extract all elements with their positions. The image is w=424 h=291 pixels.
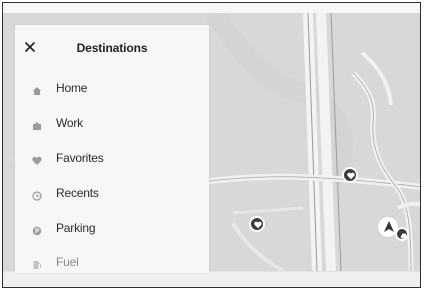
heart-icon: [347, 172, 355, 180]
panel-title: Destinations: [76, 41, 148, 55]
heart-icon: [254, 221, 262, 229]
bottom-bar: [3, 271, 420, 287]
screen-frame: Destinations Home Work Favorites Recents: [2, 2, 421, 288]
menu-item-favorites[interactable]: Favorites: [15, 143, 209, 177]
menu-item-label: Recents: [56, 186, 99, 200]
home-icon: [32, 83, 42, 95]
menu-item-parking[interactable]: Parking: [15, 213, 209, 247]
heart-pin-icon[interactable]: [342, 167, 358, 183]
panel-header: Destinations: [15, 25, 209, 67]
menu-item-label: Work: [56, 116, 83, 130]
work-icon: [32, 118, 42, 130]
menu-item-work[interactable]: Work: [15, 108, 209, 142]
parking-icon: [32, 223, 42, 236]
menu-item-recents[interactable]: Recents: [15, 178, 209, 212]
menu-item-label: Fuel: [56, 255, 79, 269]
fuel-icon: [32, 257, 42, 269]
car-poi-icon[interactable]: [395, 227, 409, 241]
heart-pin-icon[interactable]: [249, 216, 265, 232]
menu-item-fuel[interactable]: Fuel: [15, 247, 209, 273]
menu-item-label: Parking: [56, 221, 96, 235]
car-icon: [400, 233, 408, 239]
menu-item-home[interactable]: Home: [15, 73, 209, 107]
clock-icon: [32, 188, 42, 201]
menu-item-label: Favorites: [56, 151, 104, 165]
menu-item-label: Home: [56, 81, 88, 95]
status-bar: [3, 3, 420, 13]
heart-icon: [32, 153, 42, 165]
destinations-panel: Destinations Home Work Favorites Recents: [15, 25, 209, 273]
